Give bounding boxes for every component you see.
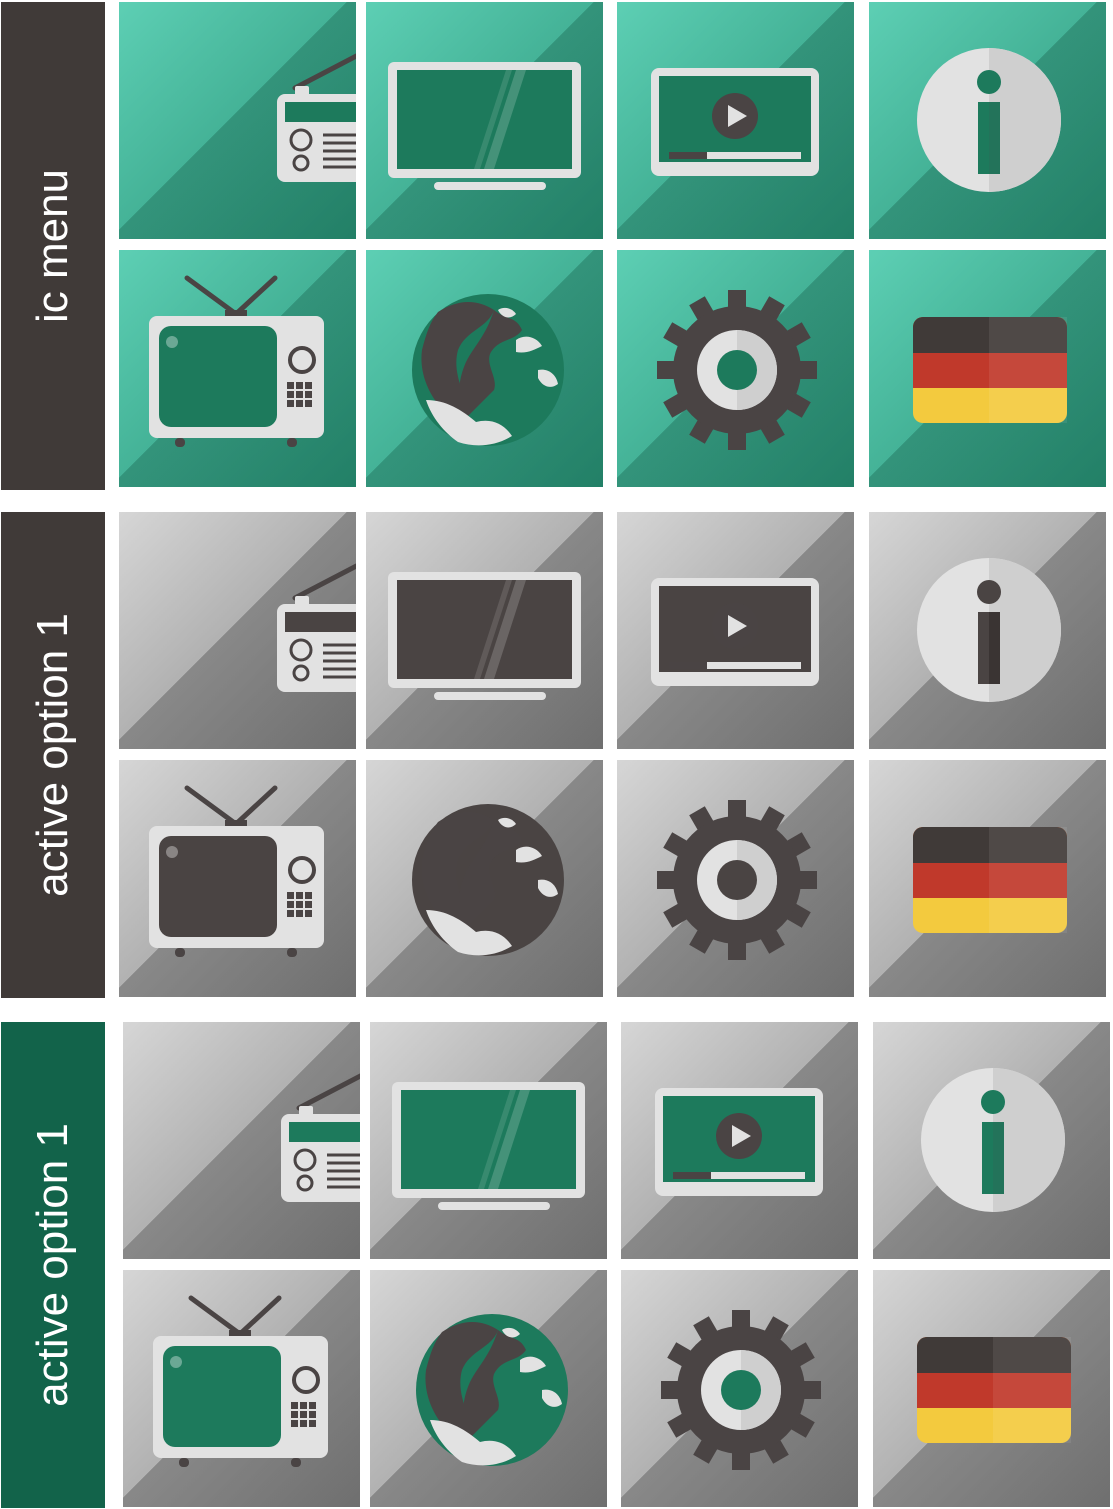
- icon-tile[interactable]: [869, 512, 1106, 749]
- radio-icon: [277, 563, 356, 692]
- icon-tile[interactable]: [617, 760, 854, 997]
- monitor-icon: [388, 62, 581, 190]
- icon-tile[interactable]: [621, 1270, 858, 1507]
- germany-flag-icon: [913, 827, 1067, 933]
- icon-tile[interactable]: [869, 2, 1106, 239]
- globe-icon: [412, 804, 564, 956]
- icon-tile[interactable]: [366, 250, 603, 487]
- radio-icon: [277, 53, 356, 182]
- section-label: ic menu: [1, 2, 105, 490]
- icon-tile[interactable]: [869, 250, 1106, 487]
- gear-icon: [657, 290, 817, 450]
- icon-tile[interactable]: [873, 1022, 1110, 1259]
- section-label-text: active option 1: [28, 1123, 77, 1407]
- info-icon: [917, 558, 1061, 702]
- icon-tile[interactable]: [119, 760, 356, 997]
- icon-tile[interactable]: [366, 760, 603, 997]
- globe-icon: [412, 294, 564, 446]
- icon-tile[interactable]: [119, 250, 356, 487]
- icon-tile[interactable]: [617, 512, 854, 749]
- icon-tile[interactable]: [617, 250, 854, 487]
- section-label: active option 1: [1, 1022, 105, 1508]
- section-label-text: ic menu: [28, 168, 77, 324]
- icon-tile[interactable]: [617, 2, 854, 239]
- monitor-icon: [392, 1082, 585, 1210]
- globe-icon: [416, 1314, 568, 1466]
- icon-tile[interactable]: [123, 1270, 360, 1507]
- section-label: active option 1: [1, 512, 105, 998]
- icon-tile[interactable]: [873, 1270, 1110, 1507]
- tv-icon: [153, 1295, 328, 1467]
- tv-icon: [149, 275, 324, 447]
- video-player-icon: [651, 68, 819, 176]
- gear-icon: [661, 1310, 821, 1470]
- info-icon: [917, 48, 1061, 192]
- radio-icon: [281, 1073, 360, 1202]
- germany-flag-icon: [917, 1337, 1071, 1443]
- info-icon: [921, 1068, 1065, 1212]
- icon-tile[interactable]: [119, 2, 356, 239]
- video-player-icon: [655, 1088, 823, 1196]
- icon-tile[interactable]: [119, 512, 356, 749]
- video-player-icon: [651, 578, 819, 686]
- tv-icon: [149, 785, 324, 957]
- germany-flag-icon: [913, 317, 1067, 423]
- icon-tile[interactable]: [869, 760, 1106, 997]
- icon-tile[interactable]: [123, 1022, 360, 1259]
- icon-tile[interactable]: [366, 512, 603, 749]
- section-label-text: active option 1: [28, 613, 77, 897]
- gear-icon: [657, 800, 817, 960]
- icon-tile[interactable]: [370, 1270, 607, 1507]
- icon-tile[interactable]: [621, 1022, 858, 1259]
- icon-tile[interactable]: [370, 1022, 607, 1259]
- icon-tile[interactable]: [366, 2, 603, 239]
- monitor-icon: [388, 572, 581, 700]
